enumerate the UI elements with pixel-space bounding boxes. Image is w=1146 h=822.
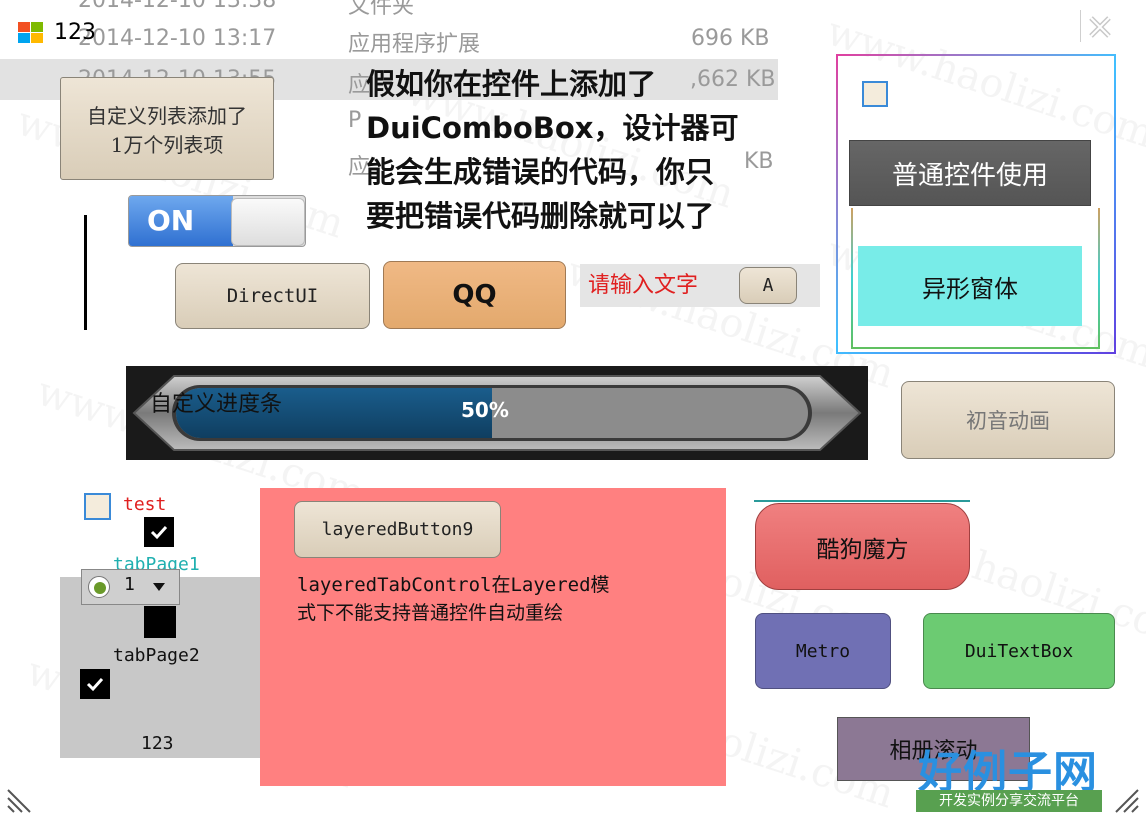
windows-logo-icon — [18, 22, 43, 43]
close-button[interactable] — [1080, 10, 1116, 42]
list-item-date: 2014-12-10 13:38 — [78, 0, 277, 13]
layered-button-label: layeredButton9 — [321, 519, 474, 540]
brand-tagline: 开发实例分享交流平台 — [916, 790, 1102, 812]
resize-grip-icon[interactable] — [1106, 780, 1140, 814]
shaped-window-button-label: 异形窗体 — [922, 274, 1018, 303]
chuyin-animation-button[interactable]: 初音动画 — [901, 381, 1115, 459]
check-icon — [86, 677, 104, 692]
brand-logo: 好例子网 开发实例分享交流平台 — [916, 736, 1106, 812]
shaped-window-button[interactable]: 异形窗体 — [858, 246, 1082, 326]
shaped-window-frame: 异形窗体 — [851, 208, 1100, 349]
chuyin-animation-button-label: 初音动画 — [966, 409, 1050, 433]
normal-control-button-label: 普通控件使用 — [891, 160, 1048, 191]
checked-checkbox[interactable] — [80, 669, 110, 699]
radio-value: 1 — [124, 574, 135, 595]
vertical-divider — [84, 215, 87, 330]
custom-list-button-label-1: 自定义列表添加了 — [87, 103, 247, 128]
metro-button[interactable]: Metro — [755, 613, 891, 689]
check-icon — [150, 525, 168, 540]
chevron-down-icon — [153, 583, 165, 591]
text-input[interactable] — [580, 264, 730, 307]
black-square — [144, 606, 176, 638]
resize-grip-icon[interactable] — [6, 780, 40, 814]
checked-checkbox[interactable] — [144, 517, 174, 547]
layered-notice-line: 式下不能支持普通控件自动重绘 — [297, 602, 564, 624]
close-icon — [1089, 16, 1111, 38]
layered-notice: layeredTabControl在Layered模 式下不能支持普通控件自动重… — [297, 571, 717, 627]
duitextbox-button[interactable]: DuiTextBox — [923, 613, 1115, 689]
directui-button-label: DirectUI — [226, 285, 319, 307]
notice-line: 要把错误代码删除就可以了 — [366, 199, 715, 233]
tab-control: test tabPage1 1 tabPage2 123 — [60, 488, 260, 758]
toggle-knob[interactable] — [231, 198, 305, 246]
list-item-type: 文件夹 — [348, 0, 415, 19]
right-panel: 普通控件使用 异形窗体 — [836, 54, 1116, 354]
text-input-panel: A — [580, 264, 820, 307]
qq-button[interactable]: QQ — [383, 261, 566, 329]
list-item-type: 应用程序扩展 — [348, 32, 481, 57]
notice-line: DuiComboBox，设计器可 — [366, 111, 739, 145]
tab-checkbox[interactable] — [84, 493, 111, 520]
window-title: 123 — [54, 20, 96, 45]
custom-progress-bar: 自定义进度条 50% — [126, 366, 868, 460]
divider-line — [754, 500, 970, 502]
qq-button-label: QQ — [452, 280, 497, 310]
custom-list-button[interactable]: 自定义列表添加了 1万个列表项 — [60, 77, 274, 180]
layered-tab-panel: layeredButton9 layeredTabControl在Layered… — [260, 488, 726, 786]
list-item-size: 696 KB — [691, 26, 770, 51]
toggle-label: ON — [147, 204, 195, 237]
notice-line: 假如你在控件上添加了 — [366, 67, 657, 101]
progress-value: 50% — [461, 398, 509, 422]
layered-button[interactable]: layeredButton9 — [294, 501, 501, 558]
metro-button-label: Metro — [795, 640, 851, 662]
a-button[interactable]: A — [739, 267, 797, 304]
test-label: test — [123, 494, 167, 515]
on-toggle-switch[interactable]: ON — [128, 195, 306, 247]
a-button-label: A — [762, 275, 774, 296]
label-123: 123 — [141, 733, 174, 754]
checkbox[interactable] — [862, 81, 888, 107]
notice-line: 能会生成错误的代码，你只 — [366, 155, 715, 189]
kugou-cube-button-label: 酷狗魔方 — [816, 536, 909, 563]
kugou-cube-button[interactable]: 酷狗魔方 — [755, 503, 970, 590]
progress-label: 自定义进度条 — [150, 392, 283, 417]
title-bar: 123 — [14, 18, 134, 50]
notice-text: 假如你在控件上添加了 DuiComboBox，设计器可 能会生成错误的代码，你只… — [366, 62, 786, 238]
list-item-type: P — [348, 108, 362, 133]
directui-button[interactable]: DirectUI — [175, 263, 370, 329]
layered-notice-line: layeredTabControl在Layered模 — [297, 574, 610, 596]
duitextbox-button-label: DuiTextBox — [964, 640, 1074, 662]
normal-control-button[interactable]: 普通控件使用 — [849, 140, 1091, 206]
radio-button-icon[interactable] — [88, 576, 110, 598]
custom-list-button-label-2: 1万个列表项 — [110, 132, 224, 157]
radio-combo[interactable]: 1 — [81, 569, 180, 605]
tab-page2[interactable]: tabPage2 — [113, 645, 200, 666]
